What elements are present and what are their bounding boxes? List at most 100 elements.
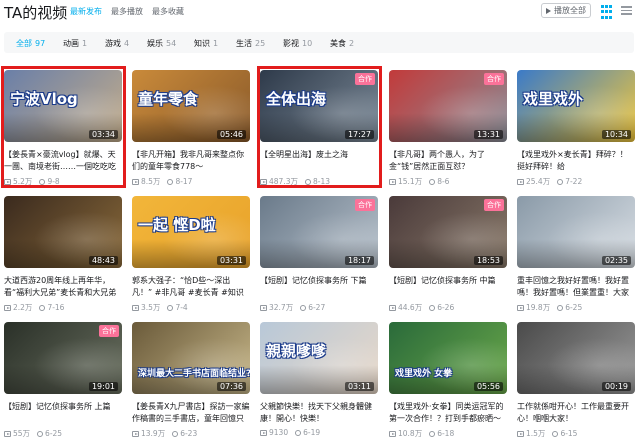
category-entertainment[interactable]: 娱乐 54 — [147, 38, 176, 49]
video-title[interactable]: 【短剧】记忆侦探事务所 下篇 — [260, 275, 378, 287]
list-view-icon[interactable] — [619, 3, 634, 18]
video-title[interactable]: 【非凡哥】两个愚人，为了金“钱”居然正面互怼？ — [389, 149, 507, 173]
play-count-icon — [517, 305, 524, 311]
category-animation[interactable]: 动画 1 — [63, 38, 87, 49]
video-card[interactable]: 合作 18:53 【短剧】记忆侦探事务所 中篇 44.6万 6-26 — [389, 196, 507, 316]
video-duration: 18:53 — [473, 256, 503, 265]
video-thumbnail[interactable]: 一起 悭D啦 03:31 — [132, 196, 250, 268]
video-thumbnail[interactable]: 戏里戏外 女拳 05:56 — [389, 322, 507, 394]
video-duration: 03:31 — [216, 256, 246, 265]
clock-icon — [300, 305, 307, 311]
play-count-icon — [517, 431, 524, 437]
video-card[interactable]: 48:43 大道西游20周年线上再年华，看“福利大兄弟”麦长青和大兄弟团一起 2.2… — [4, 196, 122, 316]
video-meta: 15.1万 8-6 — [389, 176, 507, 187]
video-thumbnail[interactable]: 合作 18:53 — [389, 196, 507, 268]
play-all-button[interactable]: 播放全部 — [541, 3, 591, 18]
video-card[interactable]: 戏里戏外 10:34 【戏里戏外×麦长青】拜碎？！挺好拜碎！给 25.4万 7-22 — [517, 70, 635, 190]
video-title[interactable]: 【戏里戏外×麦长青】拜碎？！挺好拜碎！给 — [517, 149, 635, 173]
video-duration: 18:17 — [344, 256, 374, 265]
category-games[interactable]: 游戏 4 — [105, 38, 129, 49]
play-count-icon — [389, 305, 396, 311]
publish-date: 7-22 — [565, 177, 583, 186]
clock-icon — [37, 431, 44, 437]
publish-date: 6-27 — [308, 303, 326, 312]
category-film[interactable]: 影视 10 — [283, 38, 312, 49]
video-title[interactable]: 【非凡开箱】我非凡哥来整点你们的童年零食778～ — [132, 149, 250, 173]
clock-icon — [429, 305, 436, 311]
highlight-frame — [1, 66, 126, 188]
thumbnail-caption: 深圳最大二手书店面临结业? — [138, 369, 250, 379]
video-duration: 05:56 — [473, 382, 503, 391]
thumbnail-caption: 童年零食 — [138, 90, 199, 108]
video-card[interactable]: 童年零食 05:46 【非凡开箱】我非凡哥来整点你们的童年零食778～ 8.5万 8-1… — [132, 70, 250, 190]
video-card[interactable]: 親親嗲嗲 03:11 父親節快樂！找天下父親身體健康！開心！快樂！ 9130 6-19 — [260, 322, 378, 442]
tab-latest[interactable]: 最新发布 — [70, 6, 102, 17]
tab-most-favorited[interactable]: 最多收藏 — [152, 6, 184, 17]
video-meta: 55万 6-25 — [4, 428, 122, 439]
video-thumbnail[interactable]: 戏里戏外 10:34 — [517, 70, 635, 142]
publish-date: 6-26 — [437, 303, 455, 312]
video-card[interactable]: 合作 13:31 【非凡哥】两个愚人，为了金“钱”居然正面互怼？ 15.1万 8-6 — [389, 70, 507, 190]
video-card[interactable]: 02:35 重丰回憶之我好好置嗎！我好置嗎！我好置嗎！但業置重！大家不要 19.8万… — [517, 196, 635, 316]
video-card[interactable]: 戏里戏外 女拳 05:56 【戏里戏外·女拳】同类运冠军的第一次合作！？打到手都瘀晒… — [389, 322, 507, 442]
video-thumbnail[interactable]: 00:19 — [517, 322, 635, 394]
video-duration: 10:34 — [601, 130, 631, 139]
category-life[interactable]: 生活 25 — [236, 38, 265, 49]
video-thumbnail[interactable]: 02:35 — [517, 196, 635, 268]
play-count: 3.5万 — [141, 303, 161, 312]
video-thumbnail[interactable]: 合作 13:31 — [389, 70, 507, 142]
video-title[interactable]: 【短剧】记忆侦探事务所 上篇 — [4, 401, 122, 413]
video-title[interactable]: 重丰回憶之我好好置嗎！我好置嗎！我好置嗎！但業置重！大家不要 — [517, 275, 635, 299]
video-duration: 00:19 — [601, 382, 631, 391]
video-title[interactable]: 【姜長青X九尸書店】探訪一家編作稿書的三手書店，童年回憶只要111 — [132, 401, 250, 425]
video-thumbnail[interactable]: 合作 18:17 — [260, 196, 378, 268]
publish-date: 6-25 — [565, 303, 583, 312]
video-card[interactable]: 合作 18:17 【短剧】记忆侦探事务所 下篇 32.7万 6-27 — [260, 196, 378, 316]
video-thumbnail[interactable]: 童年零食 05:46 — [132, 70, 250, 142]
video-duration: 02:35 — [601, 256, 631, 265]
video-title[interactable]: 父親節快樂！找天下父親身體健康！開心！快樂！ — [260, 401, 378, 425]
video-thumbnail[interactable]: 深圳最大二手书店面临结业? 07:36 — [132, 322, 250, 394]
play-count: 19.8万 — [526, 303, 551, 312]
video-title[interactable]: 【戏里戏外·女拳】同类运冠军的第一次合作！？打到手都瘀晒～～～！ — [389, 401, 507, 425]
page-title: TA的视频 — [4, 4, 68, 22]
clock-icon — [172, 431, 179, 437]
play-count-icon — [132, 179, 139, 185]
video-duration: 13:31 — [473, 130, 503, 139]
video-meta: 10.8万 6-18 — [389, 428, 507, 439]
publish-date: 6-19 — [303, 428, 321, 437]
play-count: 55万 — [13, 429, 31, 438]
video-thumbnail[interactable]: 親親嗲嗲 03:11 — [260, 322, 378, 394]
video-meta: 25.4万 7-22 — [517, 176, 635, 187]
publish-date: 6-18 — [437, 429, 455, 438]
video-title[interactable]: 工作就係咁开心！工作最重要开心！嗰嗰大家！ — [517, 401, 635, 425]
video-meta: 3.5万 7-4 — [132, 302, 250, 313]
play-count-icon — [132, 431, 139, 437]
tab-most-played[interactable]: 最多播放 — [111, 6, 143, 17]
video-title[interactable]: 郭系大强子：“恰D些～深出凡！” #非凡哥 #麦长青 #知识权益 — [132, 275, 250, 299]
video-card[interactable]: 一起 悭D啦 03:31 郭系大强子：“恰D些～深出凡！” #非凡哥 #麦长青 #知… — [132, 196, 250, 316]
video-thumbnail[interactable]: 48:43 — [4, 196, 122, 268]
video-meta: 8.5万 8-17 — [132, 176, 250, 187]
play-count: 44.6万 — [398, 303, 423, 312]
category-food[interactable]: 美食 2 — [330, 38, 354, 49]
video-duration: 03:11 — [344, 382, 374, 391]
video-title[interactable]: 大道西游20周年线上再年华，看“福利大兄弟”麦长青和大兄弟团一起 — [4, 275, 122, 299]
play-count: 15.1万 — [398, 177, 423, 186]
publish-date: 6-15 — [560, 429, 578, 438]
category-knowledge[interactable]: 知识 1 — [194, 38, 218, 49]
publish-date: 6-25 — [45, 429, 63, 438]
video-card[interactable]: 00:19 工作就係咁开心！工作最重要开心！嗰嗰大家！ 1.5万 6-15 — [517, 322, 635, 442]
video-thumbnail[interactable]: 合作 19:01 — [4, 322, 122, 394]
category-all[interactable]: 全部 97 — [16, 38, 45, 49]
grid-view-icon[interactable] — [599, 3, 618, 22]
video-card[interactable]: 深圳最大二手书店面临结业? 07:36 【姜長青X九尸書店】探訪一家編作稿書的三手書… — [132, 322, 250, 442]
collab-badge: 合作 — [484, 73, 504, 85]
clock-icon — [39, 305, 46, 311]
video-title[interactable]: 【短剧】记忆侦探事务所 中篇 — [389, 275, 507, 287]
video-card[interactable]: 合作 19:01 【短剧】记忆侦探事务所 上篇 55万 6-25 — [4, 322, 122, 442]
publish-date: 7-4 — [175, 303, 188, 312]
play-count-icon — [4, 431, 11, 437]
play-count-icon — [4, 305, 11, 311]
publish-date: 8-17 — [175, 177, 193, 186]
